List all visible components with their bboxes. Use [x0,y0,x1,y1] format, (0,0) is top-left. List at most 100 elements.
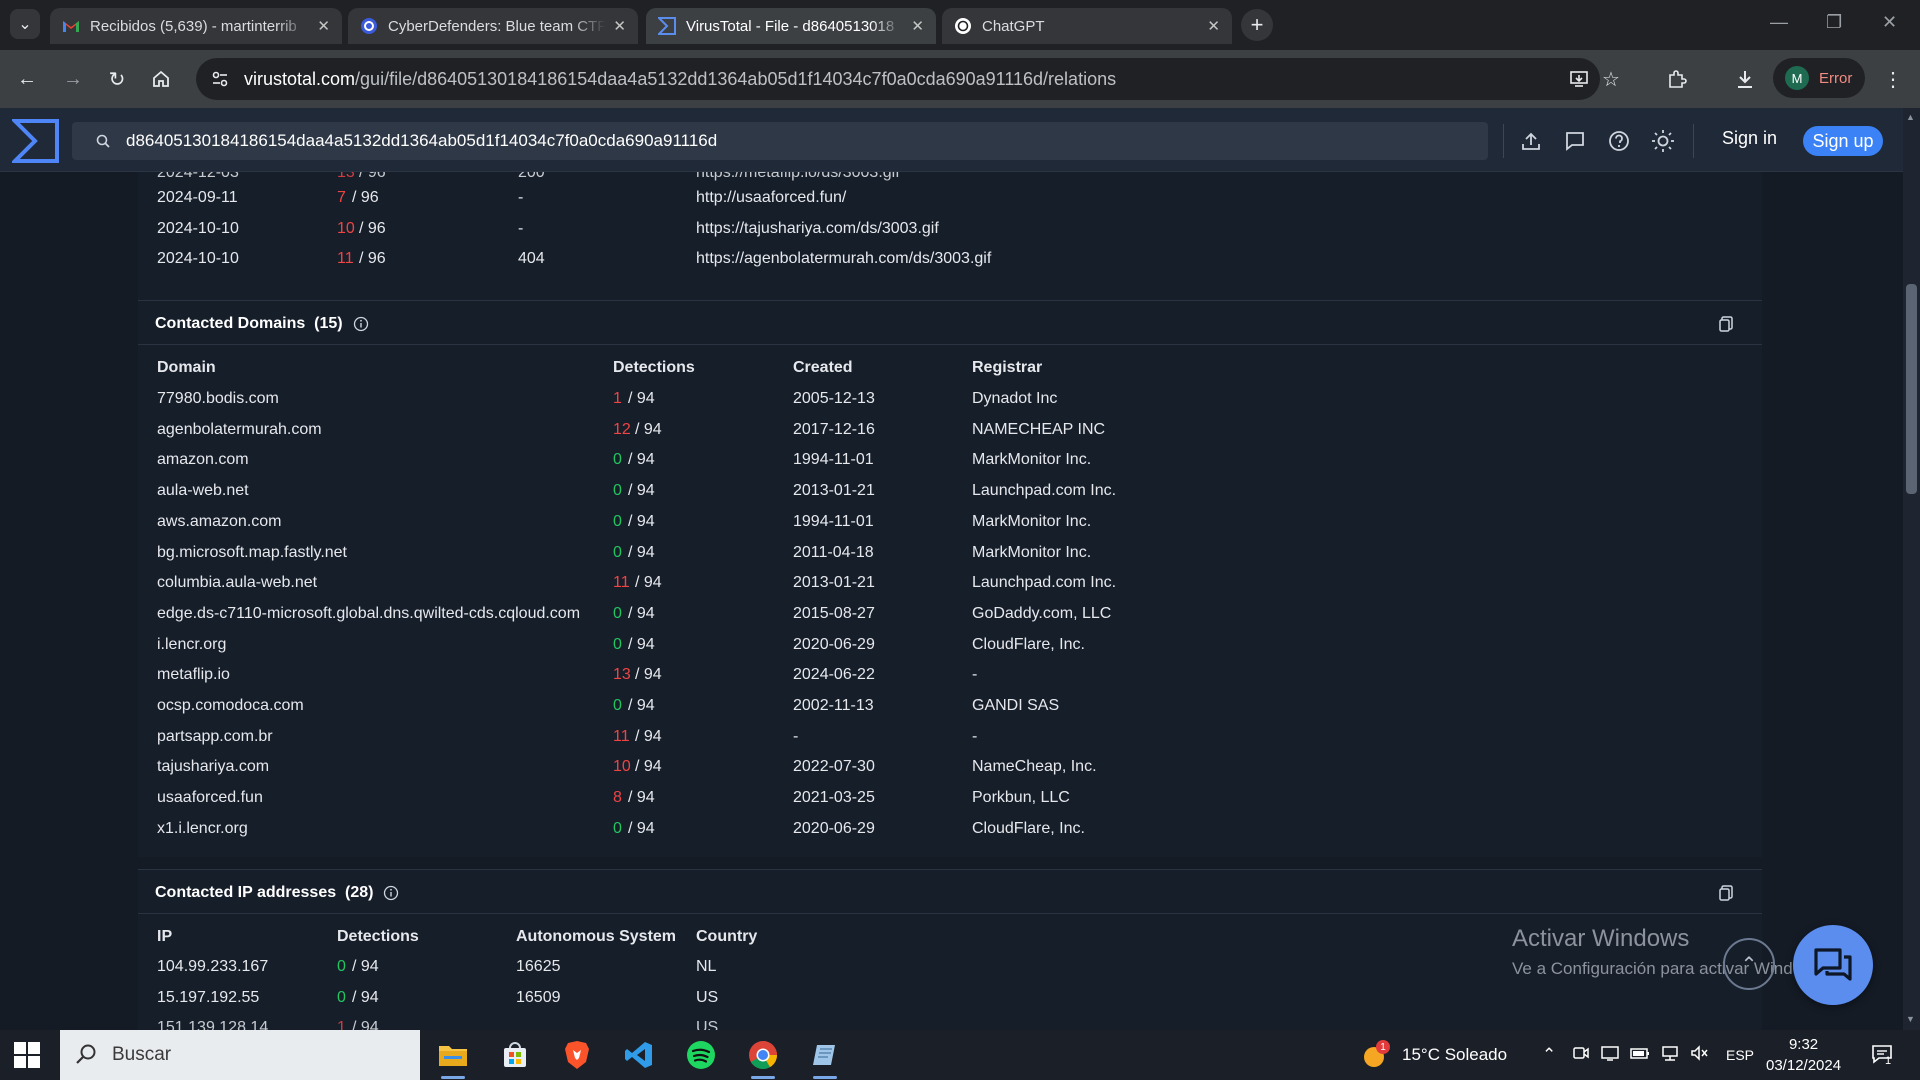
domain-link[interactable]: columbia.aula-web.net [157,574,317,592]
domain-link[interactable]: metaflip.io [157,666,230,684]
brave-browser-icon[interactable] [557,1035,597,1075]
table-row[interactable]: i.lencr.org 0 / 94 2020-06-29 CloudFlare, I… [0,630,1200,660]
scroll-down-arrow-icon[interactable]: ▼ [1906,1014,1915,1024]
site-settings-icon[interactable] [210,69,230,89]
table-row[interactable]: agenbolatermurah.com 12 / 94 2017-12-16 NAM… [0,415,1200,445]
input-language[interactable]: ESP [1726,1047,1754,1063]
sign-up-button[interactable]: Sign up [1803,126,1883,156]
minimize-icon[interactable]: — [1770,12,1788,33]
extensions-icon[interactable] [1664,66,1690,92]
table-row[interactable]: partsapp.com.br 11 / 94 - - [0,722,1200,752]
column-header-as[interactable]: Autonomous System [516,928,676,946]
weather-icon[interactable]: 1 [1362,1040,1390,1070]
chat-bubble-icon[interactable] [1562,128,1588,154]
sign-in-link[interactable]: Sign in [1722,128,1777,149]
scroll-to-top-button[interactable]: ⌃ [1723,938,1775,990]
domain-link[interactable]: edge.ds-c7110-microsoft.global.dns.qwilt… [157,605,580,623]
table-row[interactable]: 2024-10-10 11 / 96 404 https://agenbolat… [0,244,1100,274]
table-row[interactable]: tajushariya.com 10 / 94 2022-07-30 NameChea… [0,752,1200,782]
table-row[interactable]: usaaforced.fun 8 / 94 2021-03-25 Porkbun, L… [0,783,1200,813]
domain-link[interactable]: x1.i.lencr.org [157,820,248,838]
table-row[interactable]: bg.microsoft.map.fastly.net 0 / 94 2011-04… [0,538,1200,568]
meet-now-icon[interactable] [1572,1044,1590,1067]
notepad-app-icon[interactable] [805,1035,845,1079]
tab-chatgpt[interactable]: ChatGPT ✕ [942,8,1232,44]
scrollbar-thumb[interactable] [1906,284,1917,494]
virustotal-logo-icon[interactable] [12,118,60,164]
theme-toggle-icon[interactable] [1650,128,1676,154]
restore-icon[interactable]: ❐ [1826,12,1842,33]
scroll-up-arrow-icon[interactable]: ▲ [1906,112,1915,122]
close-tab-icon[interactable]: ✕ [613,17,626,35]
home-icon[interactable] [148,66,174,92]
table-row[interactable]: metaflip.io 13 / 94 2024-06-22 - [0,660,1200,690]
table-row[interactable]: amazon.com 0 / 94 1994-11-01 MarkMonitor In… [0,445,1200,475]
domain-link[interactable]: agenbolatermurah.com [157,421,322,439]
domain-link[interactable]: aws.amazon.com [157,513,282,531]
table-row[interactable]: 2024-09-11 7 / 96 - http://usaaforced.fu… [0,183,1100,213]
domain-link[interactable]: aula-web.net [157,482,249,500]
network-icon[interactable] [1660,1044,1680,1067]
tab-virustotal[interactable]: VirusTotal - File - d8640513018 ✕ [646,8,936,44]
help-icon[interactable] [1606,128,1632,154]
spotify-icon[interactable] [681,1035,721,1075]
table-row[interactable]: aws.amazon.com 0 / 94 1994-11-01 MarkMonito… [0,507,1200,537]
column-header-ip[interactable]: IP [157,928,172,946]
domain-link[interactable]: tajushariya.com [157,758,269,776]
table-row[interactable]: ocsp.comodoca.com 0 / 94 2002-11-13 GANDI S… [0,691,1200,721]
close-tab-icon[interactable]: ✕ [317,17,330,35]
table-row[interactable]: aula-web.net 0 / 94 2013-01-21 Launchpad.co… [0,476,1200,506]
url-link[interactable]: http://usaaforced.fun/ [696,189,846,207]
profile-button[interactable]: M Error [1773,58,1865,98]
domain-link[interactable]: i.lencr.org [157,636,226,654]
upload-icon[interactable] [1518,128,1544,154]
column-header-created[interactable]: Created [793,359,853,377]
tab-search-dropdown-icon[interactable]: ⌄ [10,9,40,39]
table-row[interactable]: x1.i.lencr.org 0 / 94 2020-06-29 CloudFlare… [0,814,1200,844]
url-link[interactable]: https://tajushariya.com/ds/3003.gif [696,220,939,238]
domain-link[interactable]: bg.microsoft.map.fastly.net [157,544,347,562]
volume-muted-icon[interactable] [1690,1044,1710,1067]
column-header-domain[interactable]: Domain [157,359,216,377]
address-bar[interactable]: virustotal.com/gui/file/d864051301841861… [196,58,1620,100]
taskbar-search[interactable]: Buscar [60,1030,420,1080]
domain-link[interactable]: usaaforced.fun [157,789,263,807]
display-settings-icon[interactable] [1600,1044,1620,1067]
table-row[interactable]: columbia.aula-web.net 11 / 94 2013-01-21 La… [0,568,1200,598]
info-icon[interactable] [383,885,399,901]
chat-support-button[interactable] [1793,925,1873,1005]
back-icon[interactable]: ← [14,66,40,92]
column-header-country[interactable]: Country [696,928,757,946]
domain-link[interactable]: 77980.bodis.com [157,390,279,408]
copy-icon[interactable] [1717,884,1735,902]
column-header-detections[interactable]: Detections [613,359,695,377]
column-header-detections[interactable]: Detections [337,928,419,946]
vt-search-bar[interactable] [72,122,1488,160]
system-clock[interactable]: 9:32 03/12/2024 [1766,1034,1841,1076]
table-row[interactable]: edge.ds-c7110-microsoft.global.dns.qwilt… [0,599,1200,629]
battery-icon[interactable] [1630,1044,1650,1067]
ip-link[interactable]: 104.99.233.167 [157,958,268,976]
table-row[interactable]: 104.99.233.167 0 / 94 16625 NL [0,952,1000,982]
show-hidden-icons-icon[interactable]: ⌃ [1542,1045,1556,1065]
search-input[interactable] [126,131,1426,151]
domain-link[interactable]: amazon.com [157,451,249,469]
tab-cyberdefenders[interactable]: CyberDefenders: Blue team CTF ✕ [348,8,638,44]
browser-menu-icon[interactable]: ⋮ [1880,66,1906,92]
table-row[interactable]: 2024-10-10 10 / 96 - https://tajushariya… [0,214,1100,244]
domain-link[interactable]: partsapp.com.br [157,728,273,746]
page-scrollbar[interactable]: ▲ ▼ [1903,108,1920,1030]
vscode-icon[interactable] [619,1035,659,1075]
table-row[interactable]: 15.197.192.55 0 / 94 16509 US [0,983,1000,1013]
forward-icon[interactable]: → [60,66,86,92]
notifications-icon[interactable]: 1 [1870,1042,1894,1071]
new-tab-button[interactable]: + [1241,9,1273,41]
close-tab-icon[interactable]: ✕ [1207,17,1220,35]
tab-gmail[interactable]: Recibidos (5,639) - martinterrib ✕ [50,8,342,44]
windows-start-icon[interactable] [14,1042,40,1068]
domain-link[interactable]: ocsp.comodoca.com [157,697,304,715]
file-explorer-icon[interactable] [433,1035,473,1079]
url-link[interactable]: https://agenbolatermurah.com/ds/3003.gif [696,250,991,268]
copy-icon[interactable] [1717,315,1735,333]
weather-text[interactable]: 15°C Soleado [1402,1045,1507,1065]
